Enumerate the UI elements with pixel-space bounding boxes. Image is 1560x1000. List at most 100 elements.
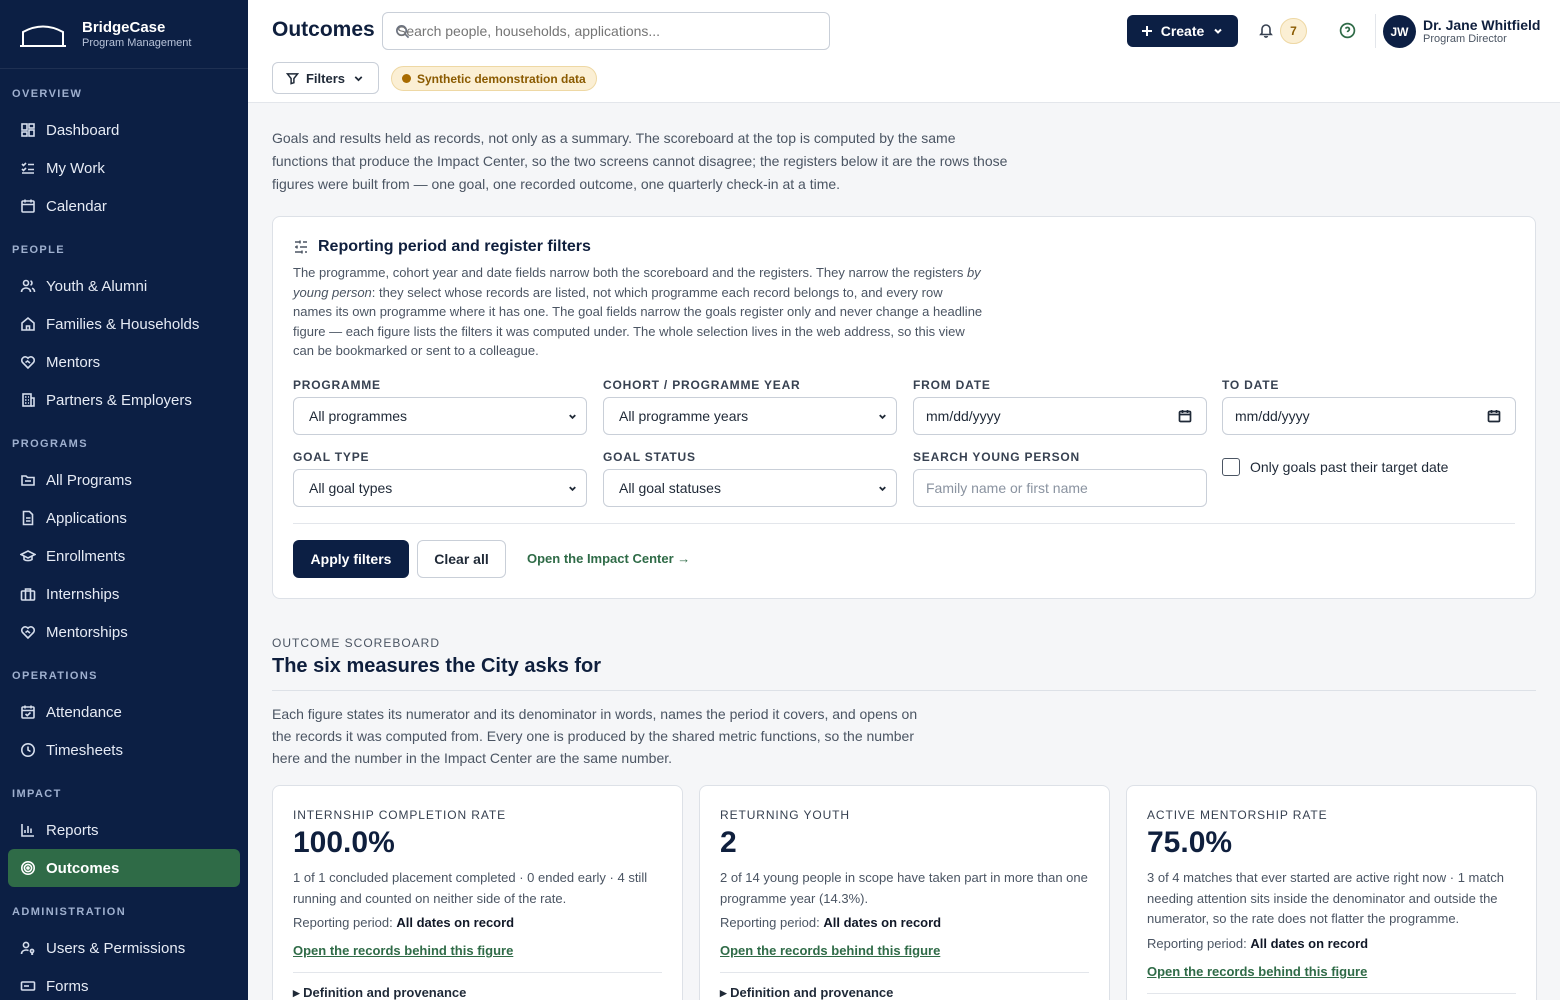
brand-subtitle: Program Management — [82, 36, 192, 49]
notification-count-badge[interactable]: 7 — [1280, 18, 1307, 44]
goal-type-select[interactable]: All goal types — [293, 469, 587, 507]
chevron-down-icon — [354, 75, 363, 81]
sidebar-item-calendar[interactable]: Calendar — [8, 187, 240, 225]
metric-label: ACTIVE MENTORSHIP RATE — [1147, 808, 1328, 822]
sidebar: BridgeCase Program Management OVERVIEW D… — [0, 0, 248, 1000]
briefcase-icon — [20, 588, 36, 601]
sidebar-item-mentors[interactable]: Mentors — [8, 343, 240, 381]
plus-icon — [1141, 26, 1152, 36]
sidebar-item-youth-alumni[interactable]: Youth & Alumni — [8, 267, 240, 305]
sidebar-item-internships[interactable]: Internships — [8, 575, 240, 613]
nav-section-operations: OPERATIONS — [12, 670, 98, 682]
metric-divider — [293, 972, 662, 973]
overdue-goals-option[interactable]: Only goals past their target date — [1222, 458, 1448, 476]
calendar-check-icon — [21, 705, 35, 719]
metric-period: Reporting period: All dates on record — [1147, 936, 1369, 951]
metric-card-internship-completion: INTERNSHIP COMPLETION RATE 100.0% 1 of 1… — [272, 785, 683, 1000]
sidebar-item-partners-employers[interactable]: Partners & Employers — [8, 381, 240, 419]
graduation-cap-icon — [20, 550, 36, 562]
notifications-button[interactable] — [1258, 22, 1274, 38]
overdue-goals-checkbox[interactable] — [1222, 458, 1240, 476]
sidebar-item-label: All Programs — [46, 471, 132, 489]
help-circle-icon — [1339, 22, 1356, 39]
nav-section-administration: ADMINISTRATION — [12, 906, 127, 918]
building-icon — [22, 393, 35, 407]
metric-records-link[interactable]: Open the records behind this figure — [720, 943, 940, 958]
metric-period: Reporting period: All dates on record — [293, 915, 515, 930]
top-header: Outcomes Create 7 JW Dr. Jane Whitfield … — [248, 0, 1560, 103]
metric-divider — [720, 972, 1089, 973]
sidebar-item-all-programs[interactable]: All Programs — [8, 461, 240, 499]
definition-disclosure[interactable]: ▸ Definition and provenance — [293, 985, 466, 1000]
scoreboard-title: The six measures the City asks for — [272, 655, 602, 677]
sidebar-item-users-permissions[interactable]: Users & Permissions — [8, 929, 240, 967]
create-button[interactable]: Create — [1127, 15, 1238, 47]
sidebar-item-label: Internships — [46, 585, 120, 603]
overdue-goals-label[interactable]: Only goals past their target date — [1250, 459, 1448, 475]
sidebar-item-label: My Work — [46, 159, 105, 177]
avatar[interactable]: JW — [1383, 15, 1416, 48]
metric-records-link[interactable]: Open the records behind this figure — [293, 943, 513, 958]
brand-name: BridgeCase — [82, 18, 166, 36]
global-search[interactable] — [382, 12, 830, 50]
chevron-down-icon — [879, 414, 886, 420]
brand[interactable]: BridgeCase Program Management — [0, 0, 248, 69]
goal-status-select[interactable]: All goal statuses — [603, 469, 897, 507]
sidebar-item-label: Users & Permissions — [46, 939, 186, 957]
clock-icon — [21, 743, 35, 757]
form-icon — [20, 981, 36, 991]
cohort-select[interactable]: All programme years — [603, 397, 897, 435]
sidebar-item-outcomes[interactable]: Outcomes — [8, 849, 240, 887]
sidebar-item-dashboard[interactable]: Dashboard — [8, 111, 240, 149]
sidebar-item-label: Timesheets — [46, 741, 123, 759]
status-dot-icon — [402, 74, 411, 83]
metric-value: 75.0% — [1147, 826, 1233, 859]
chevron-down-icon — [879, 486, 886, 492]
impact-center-link[interactable]: Open the Impact Center → — [527, 551, 690, 566]
sidebar-item-enrollments[interactable]: Enrollments — [8, 537, 240, 575]
demo-badge-label: Synthetic demonstration data — [417, 71, 586, 86]
calendar-icon — [21, 199, 35, 213]
metric-value: 2 — [720, 826, 737, 859]
calendar-icon[interactable] — [1178, 409, 1192, 423]
scoreboard-divider — [272, 690, 1536, 691]
user-name[interactable]: Dr. Jane Whitfield — [1423, 17, 1540, 33]
sidebar-item-forms[interactable]: Forms — [8, 967, 240, 1000]
sidebar-item-label: Partners & Employers — [46, 391, 192, 409]
metric-divider — [1147, 993, 1516, 994]
user-role: Program Director — [1423, 33, 1507, 45]
goal-status-label: GOAL STATUS — [603, 450, 696, 464]
sidebar-item-attendance[interactable]: Attendance — [8, 693, 240, 731]
metric-label: INTERNSHIP COMPLETION RATE — [293, 808, 506, 822]
sidebar-item-applications[interactable]: Applications — [8, 499, 240, 537]
sidebar-item-timesheets[interactable]: Timesheets — [8, 731, 240, 769]
from-date-label: FROM DATE — [913, 378, 991, 392]
folder-icon — [21, 475, 35, 486]
cohort-label: COHORT / PROGRAMME YEAR — [603, 378, 801, 392]
nav-section-impact: IMPACT — [12, 788, 62, 800]
search-person-input[interactable]: Family name or first name — [913, 469, 1207, 507]
filters-button[interactable]: Filters — [272, 62, 379, 94]
sidebar-item-mentorships[interactable]: Mentorships — [8, 613, 240, 651]
definition-disclosure[interactable]: ▸ Definition and provenance — [720, 985, 893, 1000]
metric-label: RETURNING YOUTH — [720, 808, 850, 822]
sidebar-item-my-work[interactable]: My Work — [8, 149, 240, 187]
sidebar-item-reports[interactable]: Reports — [8, 811, 240, 849]
goal-type-label: GOAL TYPE — [293, 450, 370, 464]
help-button[interactable] — [1339, 22, 1356, 39]
heart-handshake-icon — [20, 356, 36, 370]
clear-all-button[interactable]: Clear all — [417, 540, 506, 578]
programme-select[interactable]: All programmes — [293, 397, 587, 435]
apply-filters-button[interactable]: Apply filters — [293, 540, 409, 578]
bar-chart-icon — [21, 824, 34, 837]
to-date-input[interactable]: mm/dd/yyyy — [1222, 397, 1516, 435]
sidebar-item-label: Forms — [46, 977, 89, 995]
metric-records-link[interactable]: Open the records behind this figure — [1147, 964, 1367, 979]
calendar-icon[interactable] — [1487, 409, 1501, 423]
search-input[interactable] — [397, 13, 817, 49]
sidebar-item-families-households[interactable]: Families & Households — [8, 305, 240, 343]
search-person-label: SEARCH YOUNG PERSON — [913, 450, 1081, 464]
sidebar-item-label: Mentors — [46, 353, 101, 371]
from-date-input[interactable]: mm/dd/yyyy — [913, 397, 1207, 435]
filter-card-title-text: Reporting period and register filters — [318, 238, 591, 255]
